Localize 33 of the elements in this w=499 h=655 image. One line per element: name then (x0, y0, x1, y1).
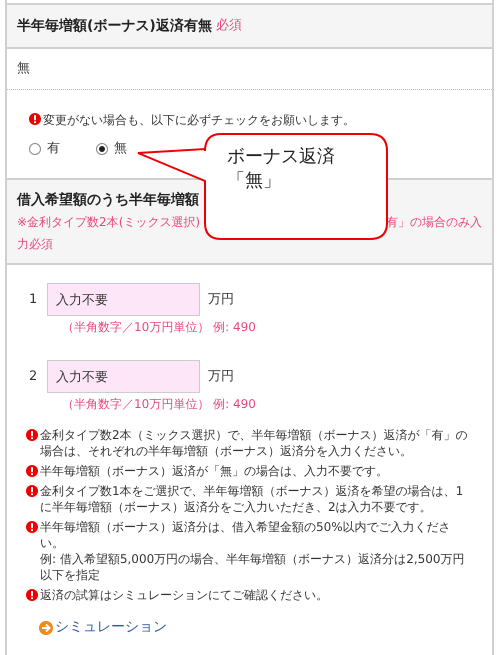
warning-icon (29, 113, 41, 125)
radio-option[interactable]: 有 (29, 139, 60, 158)
unit-label: 万円 (208, 368, 234, 386)
radio-option[interactable]: 無 (96, 139, 127, 158)
section-title: 借入希望額のうち半年毎増額 (17, 190, 200, 210)
note-text: 金利タイプ数2本（ミックス選択）で、半年毎増額（ボーナス）返済が「有」の場合は、それぞれの半年毎増額（ボーナス）返済分を入力ください。 (40, 427, 469, 459)
row-number: 2 (29, 368, 38, 386)
section-title: 半年毎増額(ボーナス)返済有無 (17, 16, 212, 36)
note-text: 力必須 (17, 236, 54, 253)
input-field[interactable]: 入力不要 (47, 283, 200, 316)
row-number: 1 (29, 290, 38, 309)
input-field[interactable]: 入力不要 (47, 360, 200, 393)
note-text: 例: 借入希望額5,000万円の場合、半年毎増額（ボーナス）返済分は2,500万円以下を指定 (40, 551, 466, 583)
note-text: 返済の試算はシミュレーションにてご確認ください。 (40, 587, 328, 603)
warning-icon (26, 465, 38, 477)
warning-icon (26, 521, 38, 533)
notice-text: 変更がない場合も、以下に必ずチェックをお願いします。 (43, 112, 355, 129)
warning-icon (26, 485, 38, 497)
required-label: 必須 (216, 17, 242, 36)
note-text: 半年毎増額（ボーナス）返済が「無」の場合は、入力不要です。 (40, 463, 388, 479)
note-text: ※金利タイプ数2本(ミックス選択) (17, 214, 200, 231)
callout-text: ボーナス返済 (227, 145, 335, 169)
hint-text: （半角数字／10万円単位） 例: 490 (62, 319, 257, 336)
simulation-link[interactable]: シミュレーション (39, 617, 167, 638)
current-value: 無 (17, 60, 30, 78)
unit-label: 万円 (208, 290, 234, 309)
callout-text: 「無」 (227, 169, 282, 193)
warning-icon (26, 429, 38, 441)
arrow-icon (39, 620, 53, 634)
note-text: 金利タイプ数1本をご選択で、半年毎増額（ボーナス）返済を希望の場合は、1に半年毎増額（ボーナス）返済分をご入力いただき、2は入力不要です。 (40, 483, 464, 515)
note-text: 半年毎増額（ボーナス）返済分は、借入希望金額の50%以内でご入力ください。 (40, 519, 452, 551)
warning-icon (26, 589, 38, 601)
hint-text: （半角数字／10万円単位） 例: 490 (62, 396, 257, 413)
